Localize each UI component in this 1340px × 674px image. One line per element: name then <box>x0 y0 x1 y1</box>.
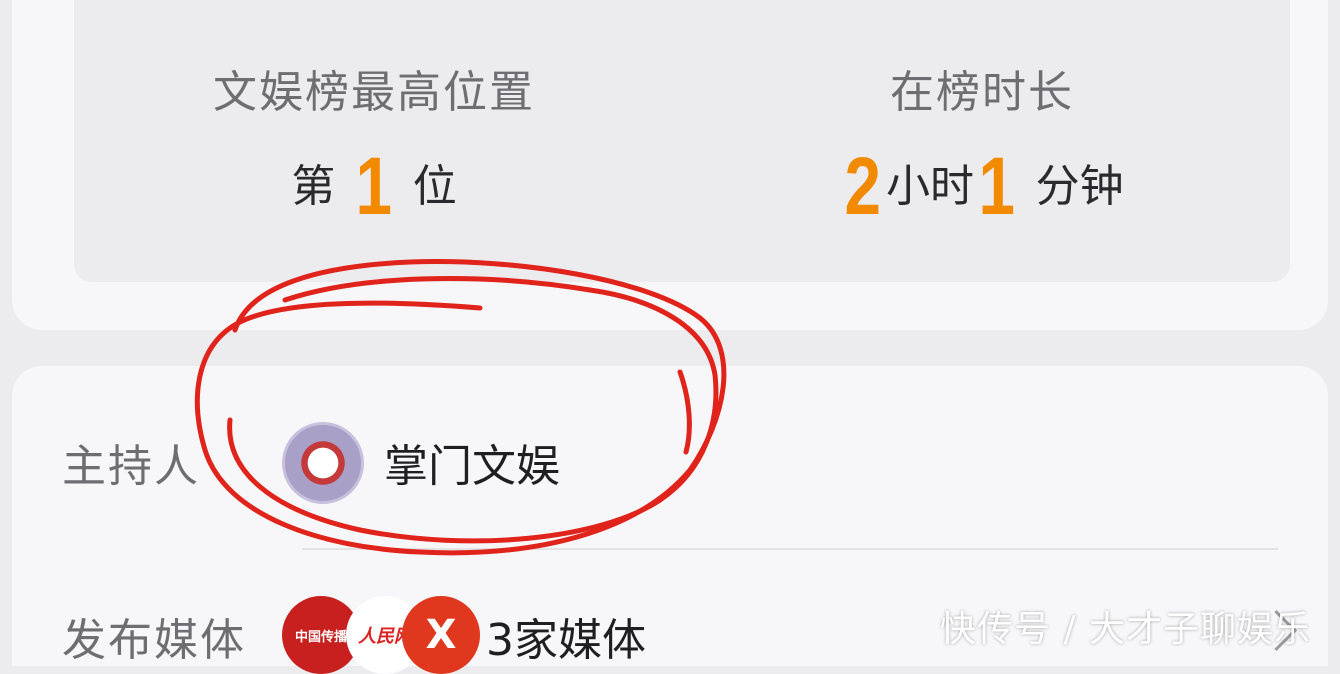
rank-label: 文娱榜最高位置 <box>213 67 535 118</box>
host-name[interactable]: 掌门文娱 <box>384 430 560 494</box>
rank-number: 1 <box>355 141 393 232</box>
duration-hours: 2 <box>844 141 882 232</box>
rank-stat: 文娱榜最高位置 第1位 <box>74 0 674 282</box>
media-label: 发布媒体 <box>62 615 246 666</box>
duration-minutes: 1 <box>978 141 1016 232</box>
duration-label: 在榜时长 <box>890 67 1074 118</box>
duration-hours-unit: 小时 <box>886 161 974 212</box>
duration-value: 2 小时1 分钟 <box>682 140 1282 232</box>
host-label: 主持人 <box>62 441 200 492</box>
divider <box>302 548 1278 550</box>
host-avatar[interactable] <box>282 422 364 504</box>
rank-prefix: 第 <box>291 161 336 212</box>
rank-value: 第1位 <box>74 140 674 232</box>
rank-suffix: 位 <box>412 161 457 212</box>
duration-minutes-unit: 分钟 <box>1035 161 1124 212</box>
media-logo-3[interactable]: X <box>402 596 480 674</box>
media-count[interactable]: 3家媒体 <box>486 604 646 668</box>
duration-stat: 在榜时长 2 小时1 分钟 <box>682 0 1282 282</box>
stats-card: 文娱榜最高位置 第1位 在榜时长 2 小时1 分钟 <box>12 0 1328 330</box>
stats-panel: 文娱榜最高位置 第1位 在榜时长 2 小时1 分钟 <box>74 0 1290 282</box>
watermark: 快传号 / 大才子聊娱乐 <box>940 609 1312 650</box>
